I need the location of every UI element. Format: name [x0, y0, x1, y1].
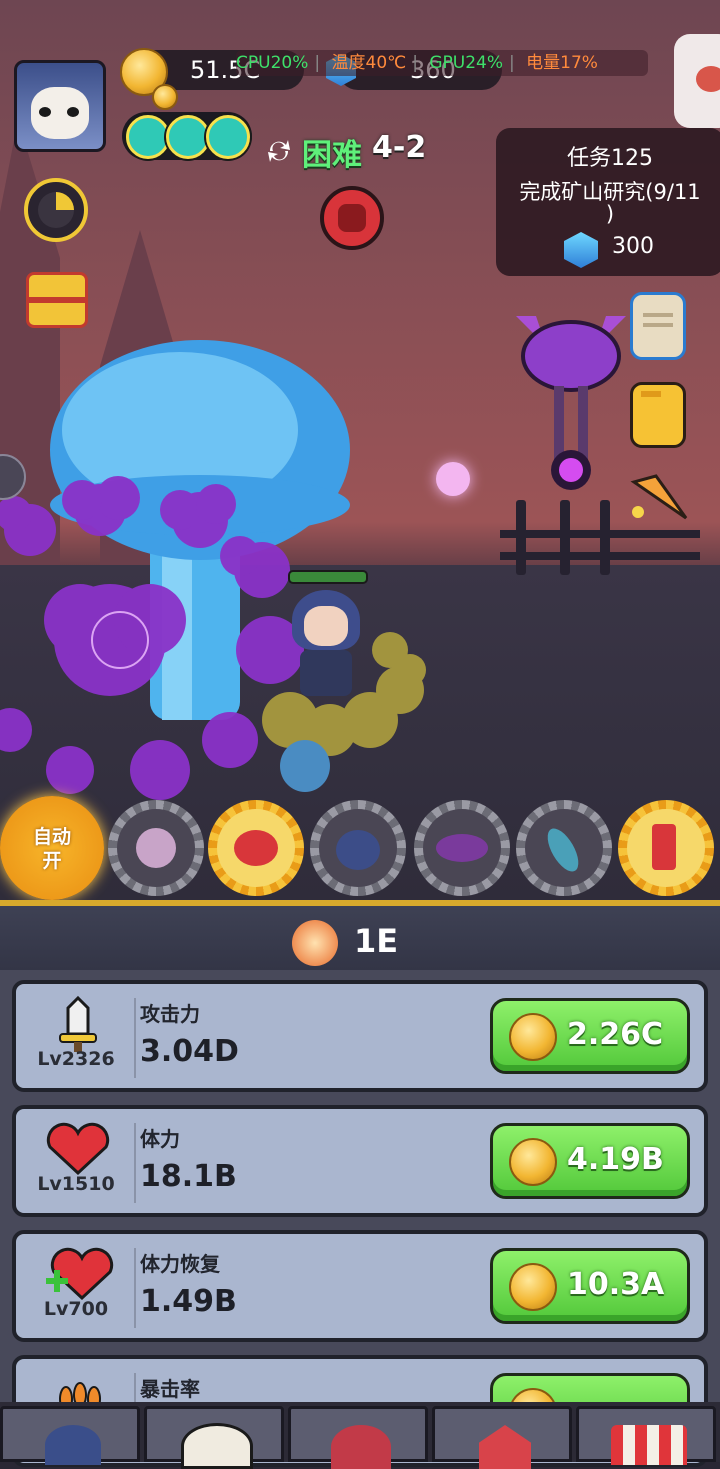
upgrade-name: 体力恢复 [140, 1252, 220, 1276]
flame-sword-icon [292, 920, 338, 966]
buff-coin-icon[interactable] [126, 115, 170, 159]
quest-title: 任务125 [567, 146, 653, 171]
cpu-usage: CPU20% [236, 53, 309, 73]
radar-button[interactable] [24, 178, 88, 242]
clipboard-icon [643, 313, 673, 317]
difficulty-label: 困难 [302, 138, 362, 173]
gold-coin-icon [509, 1013, 557, 1061]
upgrade-attack-buy-button[interactable]: 2.26C [490, 998, 690, 1074]
boss-challenge-button[interactable] [320, 186, 384, 250]
skill-jester[interactable] [108, 800, 204, 896]
demon-icon [338, 204, 366, 232]
nav-tab-hero[interactable] [0, 1406, 140, 1465]
upgrade-cost: 2.26C [567, 1017, 664, 1052]
auto-skill-toggle[interactable]: 自动 开 [0, 796, 104, 900]
hero-health-bar [288, 570, 368, 584]
upgrade-row-health: Lv1510 体力 18.1B 4.19B [12, 1105, 708, 1217]
moon [436, 462, 470, 496]
upgrade-row-regen: Lv700 体力恢复 1.49B 10.3A [12, 1230, 708, 1342]
multiplier-header: 1E [0, 900, 720, 970]
upgrade-row-attack: Lv2326 攻击力 3.04D 2.26C [12, 980, 708, 1092]
event-button[interactable] [674, 34, 720, 128]
enemy-totem[interactable] [506, 296, 636, 496]
quest-reward: 300 [612, 234, 654, 259]
castle-icon [479, 1425, 531, 1469]
performance-overlay: CPU20% | 温度40℃ | GPU24% | 电量17% [236, 50, 648, 76]
upgrade-name: 攻击力 [140, 1002, 200, 1026]
bomb-icon [336, 830, 380, 870]
crossed-swords-icon [331, 1425, 391, 1469]
refresh-stage-icon[interactable] [264, 136, 294, 166]
shop-awning-icon [611, 1425, 687, 1465]
upgrade-regen-buy-button[interactable]: 10.3A [490, 1248, 690, 1324]
upgrade-level: Lv700 [43, 1298, 109, 1320]
bottom-navigation [0, 1402, 720, 1469]
folder-button[interactable] [630, 382, 686, 448]
buff-speed-icon[interactable] [206, 115, 250, 159]
battle-scene: 51.5C 360 CPU20%| 温度40℃| GPU24%| 电量17% 困… [0, 0, 720, 900]
nav-tab-castle[interactable] [432, 1406, 572, 1469]
buff-sword-icon[interactable] [166, 115, 210, 159]
nav-tab-shop[interactable] [576, 1406, 716, 1465]
upgrade-panel: 1E Lv2326 攻击力 3.04D 2.26C Lv1510 体力 18.1… [0, 900, 720, 1467]
nav-tab-equipment[interactable] [288, 1406, 428, 1469]
jester-icon [136, 828, 176, 868]
gold-coin-icon [509, 1263, 557, 1311]
skill-angry-bird[interactable] [208, 800, 304, 896]
upgrade-value: 18.1B [140, 1159, 237, 1194]
carrot-icon [630, 474, 688, 520]
upgrade-value: 1.49B [140, 1284, 237, 1319]
radar-icon [38, 192, 74, 228]
quest-gem-icon [564, 232, 598, 268]
carrot-rocket-button[interactable] [626, 468, 690, 524]
upgrade-health-buy-button[interactable]: 4.19B [490, 1123, 690, 1199]
stage-number: 4-2 [372, 130, 427, 165]
player-avatar[interactable] [14, 60, 106, 152]
upgrade-level: Lv2326 [37, 1048, 115, 1070]
battery-level: 电量17% [526, 53, 598, 73]
wizard-hat-icon [45, 1425, 101, 1465]
upgrade-level: Lv1510 [37, 1173, 115, 1195]
upgrade-name: 体力 [140, 1127, 180, 1151]
nav-tab-pet[interactable] [144, 1406, 284, 1469]
multiplier-value: 1E [354, 922, 399, 960]
skill-bat[interactable] [414, 800, 510, 896]
event-icon [696, 66, 720, 92]
upgrade-cost: 10.3A [567, 1267, 665, 1302]
pet-companion [280, 740, 330, 792]
chest-icon [29, 297, 85, 303]
temperature: 温度40℃ [331, 53, 407, 73]
panda-icon [181, 1423, 253, 1469]
gpu-usage: GPU24% [429, 53, 504, 73]
firework-icon [652, 824, 676, 870]
bat-icon [436, 834, 488, 862]
notes-button[interactable] [630, 292, 686, 360]
treasure-chest-button[interactable] [26, 272, 88, 328]
hero-character[interactable] [286, 570, 368, 700]
skill-comet[interactable] [516, 800, 612, 896]
upgrade-name: 暴击率 [140, 1377, 200, 1401]
skill-bomb[interactable] [310, 800, 406, 896]
folder-icon [641, 391, 661, 397]
red-bird-icon [234, 830, 278, 866]
upgrade-cost: 4.19B [567, 1142, 664, 1177]
gold-coin-icon [509, 1138, 557, 1186]
upgrade-value: 3.04D [140, 1034, 239, 1069]
quest-panel[interactable]: 任务125 完成矿山研究(9/11 ) 300 [496, 128, 720, 276]
skill-firework[interactable] [618, 800, 714, 896]
